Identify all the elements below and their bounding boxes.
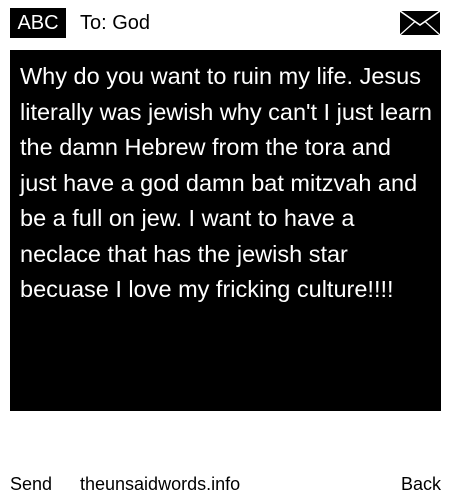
send-button[interactable]: Send	[10, 470, 52, 498]
footer: Send theunsaidwords.info Back	[0, 470, 450, 498]
envelope-icon[interactable]	[399, 10, 441, 36]
back-button[interactable]: Back	[401, 470, 441, 498]
header: ABC To: God	[0, 0, 450, 46]
message-box: Why do you want to ruin my life. Jesus l…	[10, 50, 441, 411]
message-text: Why do you want to ruin my life. Jesus l…	[20, 63, 432, 302]
text-mode-badge[interactable]: ABC	[10, 8, 66, 38]
site-label: theunsaidwords.info	[80, 474, 241, 494]
recipient-label: To: God	[80, 12, 151, 34]
